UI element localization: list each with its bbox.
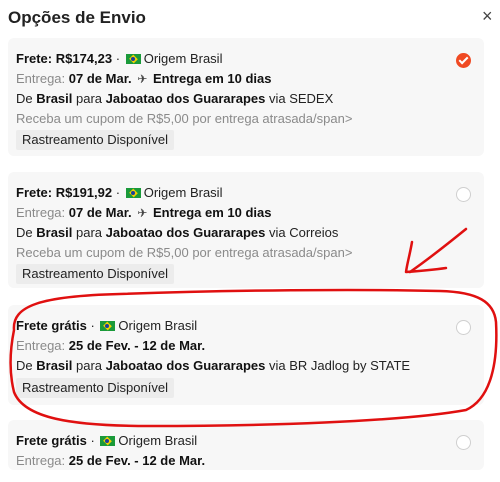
radio-checked-icon[interactable] (456, 53, 471, 68)
route-from: Brasil (36, 91, 73, 106)
option-price-line: Frete: R$174,23 · Origem Brasil (16, 51, 222, 67)
delivery-line: Entrega: 07 de Mar. ✈ Entrega em 10 dias (16, 71, 271, 87)
delivery-label: Entrega: (16, 453, 66, 468)
route-from: Brasil (36, 225, 73, 240)
origin-label: Origem Brasil (118, 318, 198, 333)
radio-unchecked-icon[interactable] (456, 187, 471, 202)
radio-unchecked-icon[interactable] (456, 320, 471, 335)
route-para: para (76, 91, 103, 106)
dialog-title: Opções de Envio (8, 8, 146, 27)
route-to: Jaboatao dos Guararapes (105, 358, 266, 373)
shipping-option-free-2[interactable]: Frete grátis · Origem Brasil Entrega: 25… (8, 420, 484, 470)
separator: · (90, 433, 95, 448)
delivery-label: Entrega: (16, 71, 66, 86)
delivery-days: Entrega em 10 dias (152, 71, 272, 86)
delivery-date: 07 de Mar. (68, 205, 132, 220)
route-para: para (76, 358, 103, 373)
price-label: Frete grátis (16, 433, 87, 448)
route-via: via Correios (268, 225, 339, 240)
route-de: De (16, 91, 33, 106)
tracking-badge: Rastreamento Disponível (16, 264, 174, 284)
delivery-line: Entrega: 25 de Fev. - 12 de Mar. (16, 338, 205, 354)
tracking-badge: Rastreamento Disponível (16, 378, 174, 398)
delivery-date: 25 de Fev. - 12 de Mar. (68, 453, 206, 468)
dialog-header: Opções de Envio × (0, 0, 500, 36)
route-de: De (16, 225, 33, 240)
brazil-flag-icon (125, 54, 141, 64)
origin-label: Origem Brasil (143, 185, 223, 200)
route-line: De Brasil para Jaboatao dos Guararapes v… (16, 358, 410, 374)
shipping-option-sedex[interactable]: Frete: R$174,23 · Origem Brasil Entrega:… (8, 38, 484, 156)
radio-unchecked-icon[interactable] (456, 435, 471, 450)
route-line: De Brasil para Jaboatao dos Guararapes v… (16, 225, 338, 241)
route-para: para (76, 225, 103, 240)
airplane-icon: ✈ (137, 72, 148, 86)
delivery-days: Entrega em 10 dias (152, 205, 272, 220)
origin-label: Origem Brasil (118, 433, 198, 448)
separator: · (115, 51, 121, 66)
price-label: Frete: R$191,92 (16, 185, 113, 200)
route-via: via SEDEX (268, 91, 334, 106)
shipping-option-jadlog[interactable]: Frete grátis · Origem Brasil Entrega: 25… (8, 305, 484, 405)
airplane-icon: ✈ (137, 206, 148, 220)
route-from: Brasil (36, 358, 73, 373)
delivery-line: Entrega: 25 de Fev. - 12 de Mar. (16, 453, 205, 469)
option-price-line: Frete: R$191,92 · Origem Brasil (16, 185, 222, 201)
brazil-flag-icon (100, 321, 116, 331)
coupon-text: Receba um cupom de R$5,00 por entrega at… (16, 111, 353, 126)
separator: · (115, 185, 121, 200)
coupon-text: Receba um cupom de R$5,00 por entrega at… (16, 245, 353, 260)
route-de: De (16, 358, 33, 373)
tracking-badge: Rastreamento Disponível (16, 130, 174, 150)
route-to: Jaboatao dos Guararapes (105, 91, 266, 106)
brazil-flag-icon (100, 436, 116, 446)
route-via: via BR Jadlog by STATE (268, 358, 411, 373)
separator: · (90, 318, 95, 333)
delivery-label: Entrega: (16, 338, 66, 353)
route-to: Jaboatao dos Guararapes (105, 225, 266, 240)
brazil-flag-icon (125, 188, 141, 198)
delivery-label: Entrega: (16, 205, 66, 220)
price-label: Frete: R$174,23 (16, 51, 113, 66)
origin-label: Origem Brasil (143, 51, 223, 66)
shipping-option-correios[interactable]: Frete: R$191,92 · Origem Brasil Entrega:… (8, 172, 484, 288)
price-label: Frete grátis (16, 318, 87, 333)
close-icon[interactable]: × (482, 7, 493, 25)
option-price-line: Frete grátis · Origem Brasil (16, 318, 197, 334)
delivery-date: 07 de Mar. (68, 71, 132, 86)
option-price-line: Frete grátis · Origem Brasil (16, 433, 197, 449)
route-line: De Brasil para Jaboatao dos Guararapes v… (16, 91, 333, 107)
delivery-date: 25 de Fev. - 12 de Mar. (68, 338, 206, 353)
delivery-line: Entrega: 07 de Mar. ✈ Entrega em 10 dias (16, 205, 271, 221)
